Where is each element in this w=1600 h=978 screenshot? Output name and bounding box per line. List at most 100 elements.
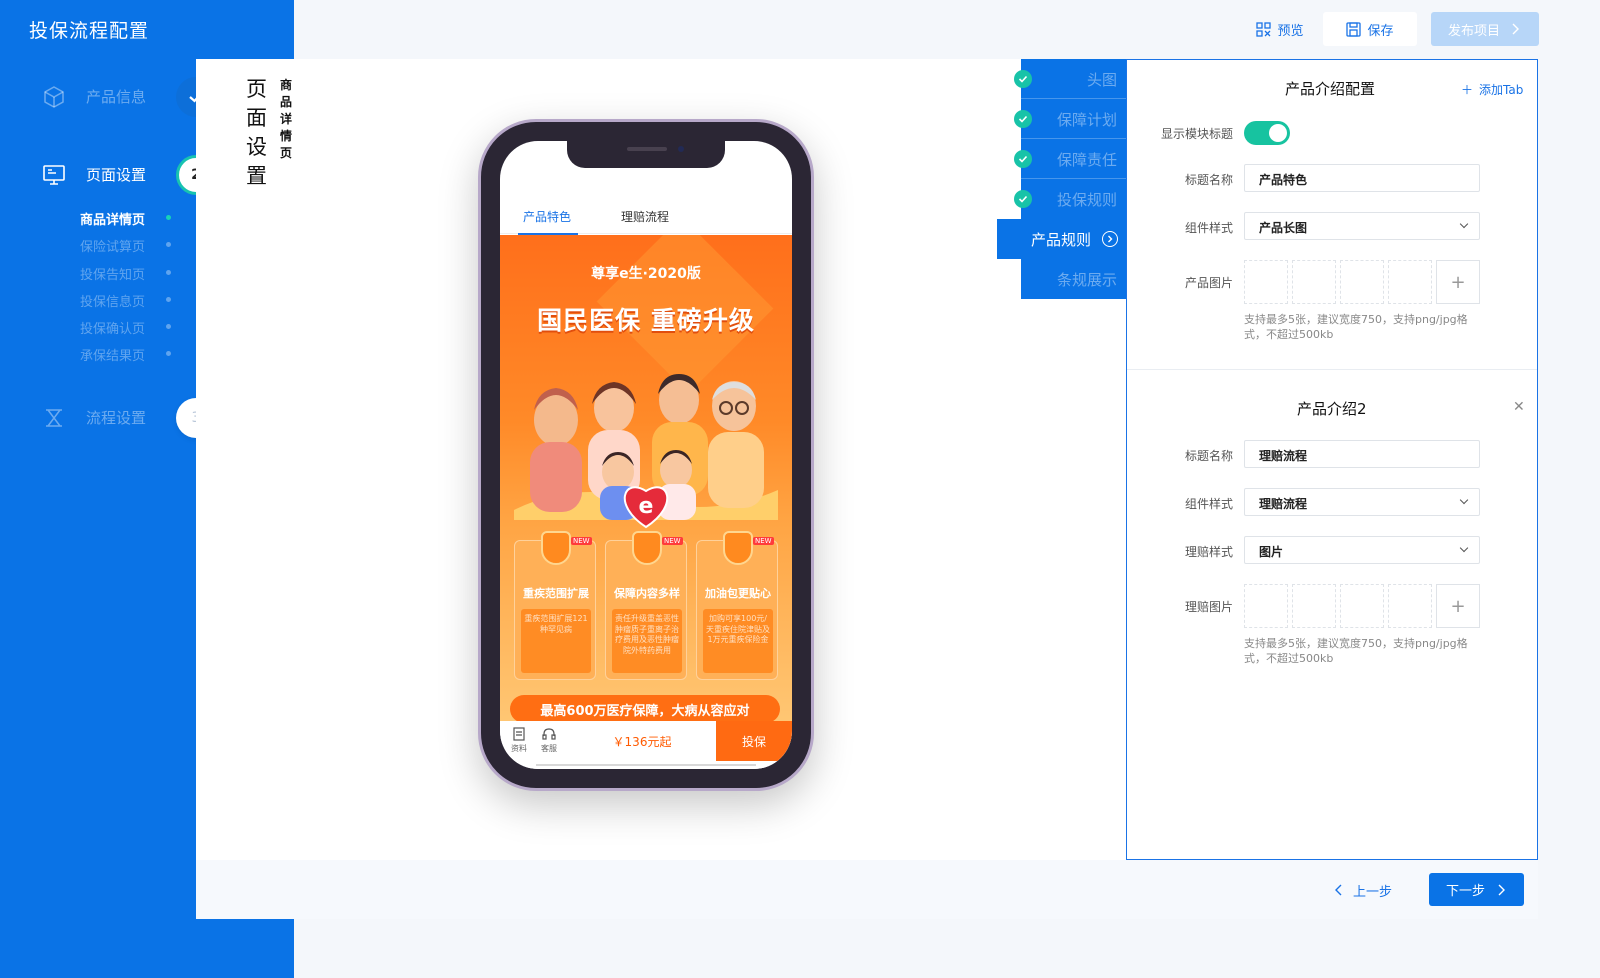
block-heading: 产品介绍2 (1297, 400, 1367, 418)
chevron-right-icon (1512, 23, 1519, 35)
phone-tab-claims[interactable]: 理赔流程 (621, 208, 669, 225)
feature-desc: 责任升级重盖恶性肿瘤质子重离子治疗费用及恶性肿瘤院外特药费用 (615, 614, 679, 655)
publish-button[interactable]: 发布项目 (1431, 12, 1539, 46)
save-button[interactable]: 保存 (1323, 12, 1417, 46)
add-image-button[interactable]: + (1436, 260, 1480, 304)
substep-dot (166, 324, 171, 330)
plus-icon: + (1450, 271, 1466, 293)
image-slot[interactable] (1340, 584, 1384, 628)
phone-screen: 产品特色 理赔流程 尊享e生·2020版 国民医保 重磅升级 e NEW 重疾范… (500, 141, 792, 769)
substep-label: 投保信息页 (80, 294, 146, 310)
image-slot[interactable] (1388, 584, 1432, 628)
section-coverage-plan[interactable]: 保障计划 (1014, 99, 1127, 139)
substep-label: 承保结果页 (80, 349, 146, 365)
medkit-icon (632, 531, 662, 565)
phone-preview: 产品特色 理赔流程 尊享e生·2020版 国民医保 重磅升级 e NEW 重疾范… (478, 119, 814, 791)
field-label: 产品图片 (1184, 276, 1233, 290)
feature-desc: 重疾范围扩展121种罕见病 (524, 614, 588, 634)
speaker (627, 147, 667, 151)
check-icon (1014, 110, 1032, 128)
divider (1127, 369, 1537, 370)
feature-desc-box: 加购可享100元/天重疾住院津贴及1万元重疾保险金 (703, 609, 773, 673)
add-tab-button[interactable]: ＋ 添加Tab (1461, 81, 1523, 98)
section-product-rules[interactable]: 产品规则 (997, 219, 1127, 259)
section-label: 保障计划 (1056, 111, 1117, 129)
title-name-input[interactable]: 产品特色 (1244, 164, 1480, 192)
claim-style-select[interactable]: 图片 (1244, 536, 1480, 564)
section-coverage-liability[interactable]: 保障责任 (1014, 139, 1127, 179)
upload-hint: 支持最多5张，建议宽度750，支持png/jpg格式，不超过500kb (1244, 637, 1468, 665)
chevron-left-icon (1335, 884, 1342, 896)
substep-dot (166, 242, 171, 248)
field-label: 标题名称 (1184, 173, 1233, 187)
add-image-button[interactable]: + (1436, 584, 1480, 628)
field-label: 组件样式 (1184, 497, 1233, 511)
substep-dot (166, 351, 171, 357)
check-icon (1014, 150, 1032, 168)
document-icon (513, 727, 525, 741)
banner-subtitle: 尊享e生·2020版 (591, 266, 701, 282)
substep-dot (166, 269, 171, 275)
monitor-icon (43, 165, 65, 185)
app-title: 投保流程配置 (29, 20, 150, 42)
component-style-select[interactable]: 理赔流程 (1244, 488, 1480, 516)
image-slot[interactable] (1388, 260, 1432, 304)
feature-card: NEW 重疾范围扩展 重疾范围扩展121种罕见病 (514, 531, 596, 680)
prev-step-button[interactable]: 上一步 (1333, 874, 1413, 906)
shield-icon (541, 531, 571, 565)
info-button[interactable]: 资料 (504, 727, 534, 754)
prev-step-label: 上一步 (1353, 884, 1393, 900)
section-insurance-rules[interactable]: 投保规则 (1014, 179, 1127, 219)
flow-icon (46, 409, 62, 427)
headset-icon (542, 728, 556, 740)
phone-tab-features[interactable]: 产品特色 (517, 208, 579, 235)
show-title-toggle[interactable] (1244, 121, 1290, 145)
field-label: 组件样式 (1184, 221, 1233, 235)
section-header-image[interactable]: 头图 (1014, 59, 1127, 99)
gift-icon (723, 531, 753, 565)
step-label: 页面设置 (86, 166, 147, 184)
product-image-uploads: + (1244, 260, 1484, 304)
publish-label: 发布项目 (1447, 23, 1500, 39)
image-slot[interactable] (1244, 260, 1288, 304)
image-slot[interactable] (1292, 260, 1336, 304)
phone-notch (567, 141, 725, 168)
next-step-button[interactable]: 下一步 (1429, 873, 1524, 906)
preview-button[interactable]: 预览 (1246, 12, 1314, 46)
claim-image-uploads: + (1244, 584, 1484, 628)
field-label: 理赔样式 (1184, 545, 1233, 559)
feature-card: NEW 保障内容多样 责任升级重盖恶性肿瘤质子重离子治疗费用及恶性肿瘤院外特药费… (605, 531, 687, 680)
image-slot[interactable] (1292, 584, 1336, 628)
chevron-right-circle-icon (1102, 231, 1118, 247)
substep-dot (166, 215, 171, 220)
feature-desc: 加购可享100元/天重疾住院津贴及1万元重疾保险金 (706, 614, 770, 644)
home-indicator (536, 764, 756, 767)
plus-icon: ＋ (1461, 83, 1474, 97)
product-banner: 尊享e生·2020版 国民医保 重磅升级 e NEW 重疾范围扩展 重疾范围扩展… (500, 235, 792, 725)
feature-title: 重疾范围扩展 (523, 587, 589, 600)
box-icon (44, 86, 64, 108)
component-style-select[interactable]: 产品长图 (1244, 212, 1480, 240)
heart-logo-icon: e (623, 486, 669, 529)
buy-button[interactable]: 投保 (716, 721, 792, 761)
feature-desc-box: 责任升级重盖恶性肿瘤质子重离子治疗费用及恶性肿瘤院外特药费用 (612, 609, 682, 673)
substep-label: 商品详情页 (80, 213, 146, 228)
check-icon (1014, 70, 1032, 88)
save-icon (1346, 21, 1362, 37)
close-icon[interactable]: ✕ (1513, 399, 1525, 415)
substep-label: 投保告知页 (80, 267, 146, 283)
image-slot[interactable] (1340, 260, 1384, 304)
add-tab-label: 添加Tab (1479, 83, 1524, 97)
service-button[interactable]: 客服 (534, 727, 564, 754)
banner-title: 国民医保 重磅升级 (537, 306, 755, 335)
substep-label: 保险试算页 (80, 240, 146, 256)
title-name-input[interactable]: 理赔流程 (1244, 440, 1480, 468)
field-label: 标题名称 (1184, 449, 1233, 463)
section-label: 头图 (1086, 71, 1117, 89)
qrcode-icon (1256, 21, 1272, 37)
price-label: ￥136元起 (612, 734, 672, 749)
preview-label: 预览 (1277, 23, 1304, 39)
section-terms-display[interactable]: 条规展示 (1021, 259, 1127, 299)
config-panel: 产品介绍配置 ＋ 添加Tab 显示模块标题 标题名称 产品特色 组件样式 产品长图… (1126, 59, 1538, 860)
image-slot[interactable] (1244, 584, 1288, 628)
